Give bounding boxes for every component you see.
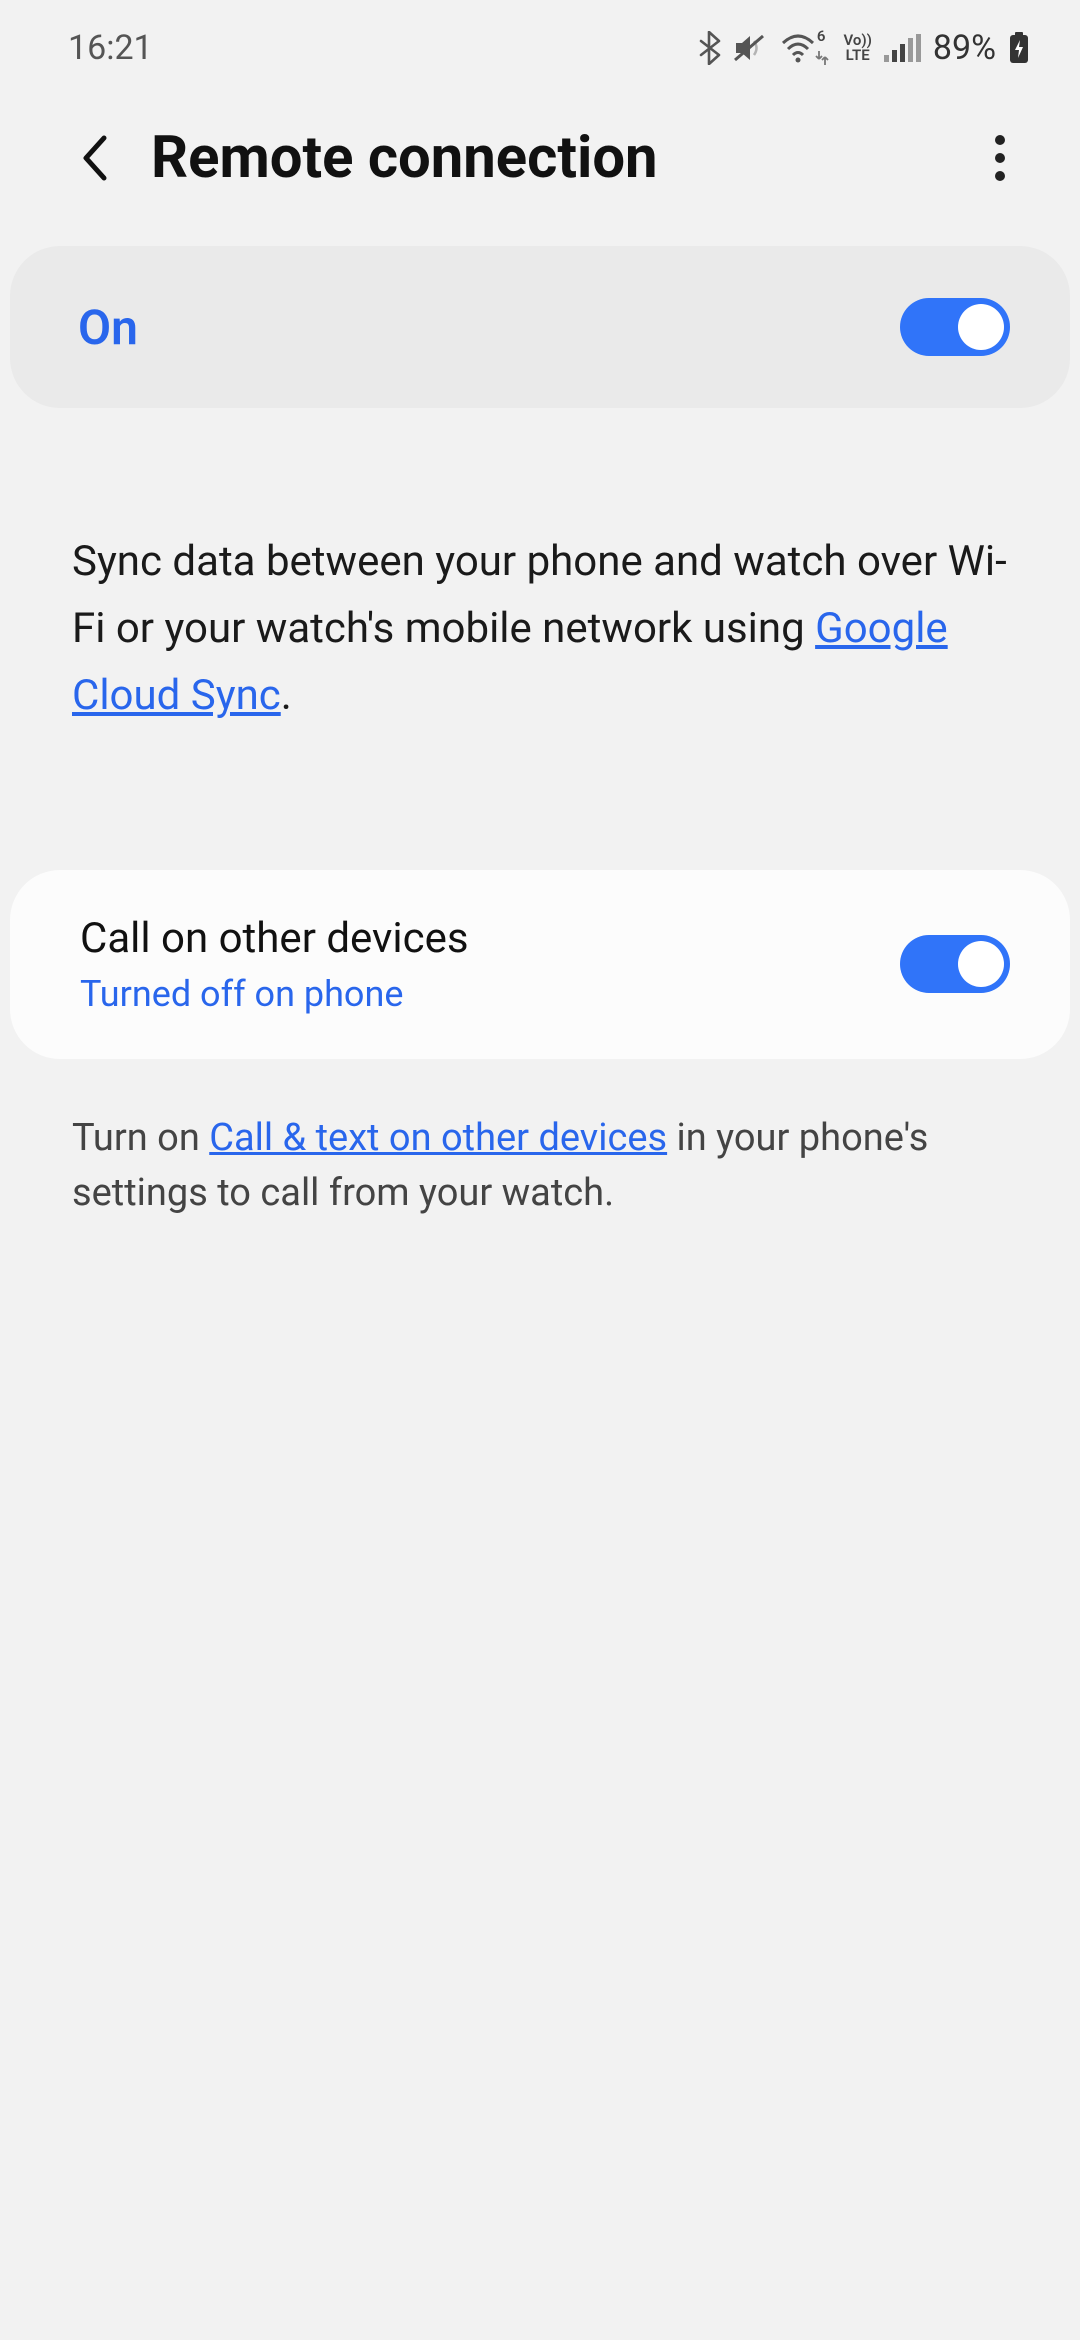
master-toggle-label: On <box>78 299 138 356</box>
more-options-button[interactable] <box>970 128 1030 188</box>
toggle-knob <box>958 941 1004 987</box>
chevron-left-icon <box>80 133 110 183</box>
call-card-subtitle: Turned off on phone <box>80 973 469 1015</box>
master-toggle-switch[interactable] <box>900 298 1010 356</box>
volte-bottom: LTE <box>846 48 870 63</box>
mute-icon <box>733 33 767 63</box>
battery-percent: 89% <box>933 28 996 68</box>
volte-icon: Vo)) LTE <box>843 33 871 63</box>
toggle-knob <box>958 304 1004 350</box>
status-bar: 16:21 6 <box>0 0 1080 88</box>
signal-icon <box>884 34 921 62</box>
sync-description: Sync data between your phone and watch o… <box>0 408 1080 730</box>
sync-text-post: . <box>281 671 292 720</box>
wifi-icon: 6 <box>779 33 817 63</box>
call-text-other-devices-link[interactable]: Call & text on other devices <box>209 1116 667 1160</box>
more-vertical-icon <box>994 134 1006 182</box>
bluetooth-icon <box>697 31 721 65</box>
call-hint-text: Turn on Call & text on other devices in … <box>0 1059 1080 1221</box>
wifi-6-label: 6 <box>817 29 826 44</box>
back-button[interactable] <box>65 128 125 188</box>
page-title: Remote connection <box>151 124 970 192</box>
hint-pre: Turn on <box>72 1116 209 1160</box>
status-icons: 6 Vo)) LTE 89% <box>697 28 1030 68</box>
call-card-title: Call on other devices <box>80 914 469 963</box>
master-toggle-card[interactable]: On <box>10 246 1070 408</box>
status-time: 16:21 <box>68 28 153 68</box>
battery-charging-icon <box>1008 31 1030 65</box>
page-header: Remote connection <box>0 88 1080 236</box>
call-other-devices-card[interactable]: Call on other devices Turned off on phon… <box>10 870 1070 1059</box>
call-other-devices-toggle[interactable] <box>900 935 1010 993</box>
